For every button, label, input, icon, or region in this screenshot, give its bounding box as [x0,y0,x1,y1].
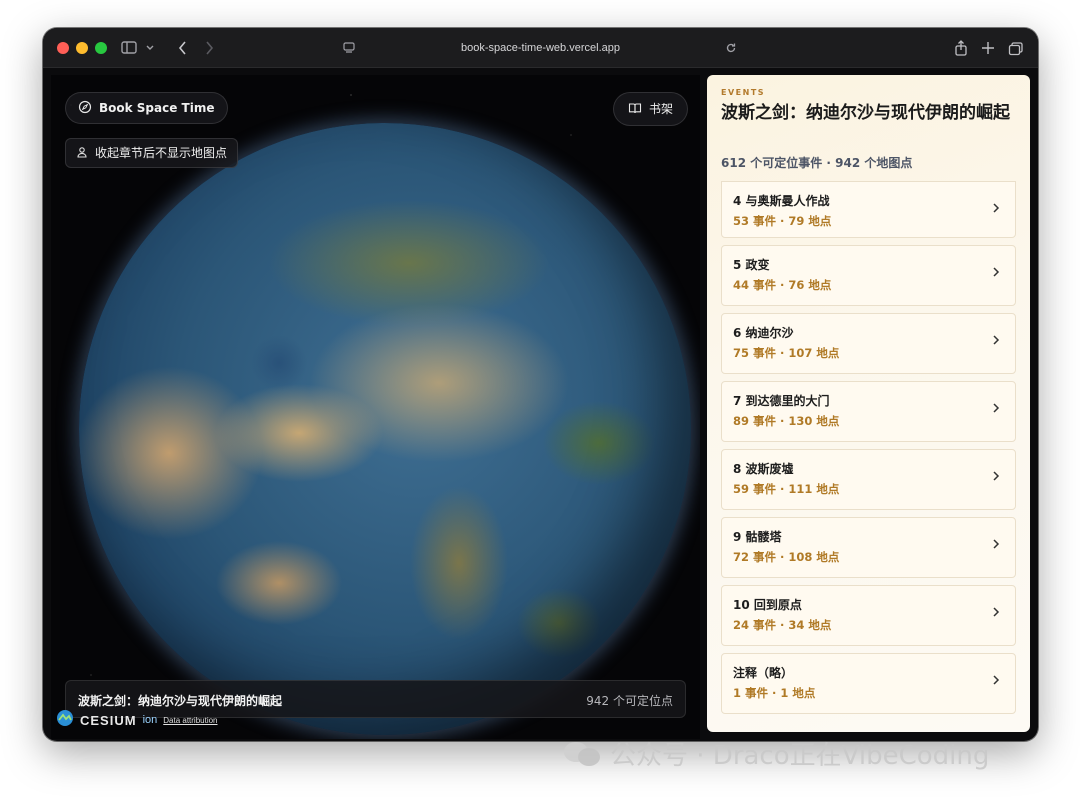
chapter-item[interactable]: 9 骷髅塔 72 事件 · 108 地点 [721,517,1016,578]
sidebar-toggle-icon[interactable] [121,38,137,58]
chapter-meta: 24 事件 · 34 地点 [733,618,832,632]
chapter-list: 4 与奥斯曼人作战 53 事件 · 79 地点 5 政变 44 事件 · 76 … [721,181,1016,721]
collapse-hint-button[interactable]: 收起章节后不显示地图点 [65,138,239,168]
cesium-logo-icon [56,709,74,731]
panel-stats: 612 个可定位事件 · 942 个地图点 [721,156,913,170]
zoom-window-button[interactable] [95,42,107,54]
chevron-right-icon [991,401,1001,419]
brand-button[interactable]: Book Space Time [65,92,228,124]
chapter-title: 6 纳迪尔沙 [733,326,794,340]
forward-arrow-icon[interactable] [203,38,215,58]
book-open-icon [628,101,642,118]
events-panel: EVENTS 波斯之剑：纳迪尔沙与现代伊朗的崛起 612 个可定位事件 · 94… [707,75,1030,732]
address-bar[interactable]: book-space-time-web.vercel.app [423,39,658,57]
chevron-right-icon [991,605,1001,623]
chapter-item[interactable]: 7 到达德里的大门 89 事件 · 130 地点 [721,381,1016,442]
chevron-right-icon [991,469,1001,487]
new-tab-icon[interactable] [981,38,995,58]
wechat-icon [562,738,602,768]
chevron-down-icon[interactable] [145,38,155,58]
book-title: 波斯之剑：纳迪尔沙与现代伊朗的崛起 [78,694,283,708]
chapter-item[interactable]: 6 纳迪尔沙 75 事件 · 107 地点 [721,313,1016,374]
map-pin-user-icon [76,146,88,161]
chevron-right-icon [991,537,1001,555]
globe-viewport[interactable]: Book Space Time 书架 收起章节后不显示地图点 波斯之剑：纳迪尔沙… [51,75,700,739]
panel-kicker: EVENTS [721,88,766,97]
back-arrow-icon[interactable] [177,38,189,58]
chevron-right-icon [991,333,1001,351]
page-menu-icon[interactable] [343,38,355,58]
chapter-item[interactable]: 注释（略） 1 事件 · 1 地点 [721,653,1016,714]
cesium-credit: CESIUM ion Data attribution [56,710,218,730]
chapter-title: 10 回到原点 [733,598,802,612]
cesium-wordmark: CESIUM [80,712,137,728]
minimize-window-button[interactable] [76,42,88,54]
chapter-title: 7 到达德里的大门 [733,394,830,408]
chapter-title: 9 骷髅塔 [733,530,782,544]
reload-icon[interactable] [725,38,737,58]
collapse-hint-label: 收起章节后不显示地图点 [95,146,228,160]
browser-window: book-space-time-web.vercel.app Book Spac… [43,28,1038,741]
watermark-text: 公众号 · Draco正在VibeCoding [610,740,990,771]
chapter-meta: 1 事件 · 1 地点 [733,686,816,700]
chevron-right-icon [991,201,1001,219]
chapter-meta: 75 事件 · 107 地点 [733,346,840,360]
chapter-meta: 89 事件 · 130 地点 [733,414,840,428]
brand-name: Book Space Time [99,101,215,115]
chapter-item[interactable]: 8 波斯废墟 59 事件 · 111 地点 [721,449,1016,510]
chevron-right-icon [991,265,1001,283]
chapter-item[interactable]: 4 与奥斯曼人作战 53 事件 · 79 地点 [721,181,1016,238]
locatable-count: 942 个可定位点 [586,694,673,708]
bookshelf-label: 书架 [649,102,674,116]
cesium-ion-wordmark: ion [142,714,158,726]
chapter-title: 4 与奥斯曼人作战 [733,194,830,208]
browser-toolbar: book-space-time-web.vercel.app [43,28,1038,68]
chapter-meta: 59 事件 · 111 地点 [733,482,840,496]
chapter-meta: 72 事件 · 108 地点 [733,550,840,564]
chapter-title: 注释（略） [733,666,794,680]
chapter-meta: 53 事件 · 79 地点 [733,214,832,228]
earth-globe[interactable] [79,123,691,735]
close-window-button[interactable] [57,42,69,54]
chapter-meta: 44 事件 · 76 地点 [733,278,832,292]
chapter-item[interactable]: 10 回到原点 24 事件 · 34 地点 [721,585,1016,646]
bookshelf-button[interactable]: 书架 [613,92,689,126]
watermark: 公众号 · Draco正在VibeCoding [562,736,990,771]
share-icon[interactable] [954,38,968,58]
panel-book-title: 波斯之剑：纳迪尔沙与现代伊朗的崛起 [721,103,1010,123]
chapter-title: 5 政变 [733,258,770,272]
chapter-item[interactable]: 5 政变 44 事件 · 76 地点 [721,245,1016,306]
tab-overview-icon[interactable] [1008,38,1024,58]
compass-icon [78,100,92,117]
chapter-title: 8 波斯废墟 [733,462,794,476]
chevron-right-icon [991,673,1001,691]
data-attribution-link[interactable]: Data attribution [163,716,217,725]
